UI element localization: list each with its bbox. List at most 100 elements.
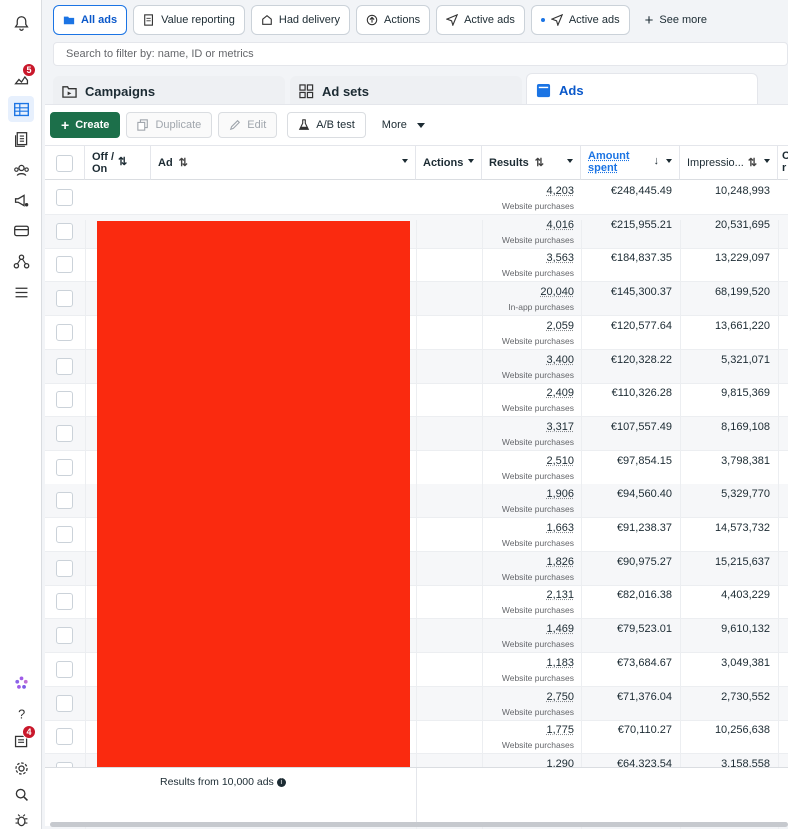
- row-checkbox[interactable]: [56, 459, 73, 476]
- billing-card-icon[interactable]: [8, 217, 34, 243]
- row-checkbox[interactable]: [56, 189, 73, 206]
- audiences-icon[interactable]: [8, 157, 34, 183]
- results-value[interactable]: 2,059: [546, 320, 574, 332]
- caret-down-icon[interactable]: [764, 159, 770, 163]
- amount-spent-cell: €184,837.35: [581, 248, 680, 282]
- row-checkbox[interactable]: [56, 728, 73, 745]
- column-header-truncated[interactable]: C r: [778, 145, 788, 180]
- column-header-results[interactable]: Results ⇅: [482, 145, 581, 180]
- results-value[interactable]: 2,510: [546, 455, 574, 467]
- results-cell: 2,750 Website purchases: [482, 687, 581, 721]
- tab-campaigns[interactable]: Campaigns: [53, 76, 285, 106]
- row-checkbox[interactable]: [56, 627, 73, 644]
- row-checkbox[interactable]: [56, 391, 73, 408]
- all-tools-menu-icon[interactable]: [8, 279, 34, 305]
- results-value[interactable]: 4,016: [546, 219, 574, 231]
- info-icon[interactable]: i: [277, 778, 286, 787]
- select-all-checkbox[interactable]: [56, 155, 73, 172]
- report-bug-icon[interactable]: [8, 807, 34, 829]
- settings-gear-icon[interactable]: [8, 755, 34, 781]
- results-value[interactable]: 1,663: [546, 522, 574, 534]
- column-header-ad[interactable]: Ad ⇅: [151, 145, 416, 180]
- more-dropdown[interactable]: More: [372, 112, 435, 138]
- redacted-ad-names: [97, 221, 410, 806]
- row-checkbox[interactable]: [56, 290, 73, 307]
- news-feed-icon[interactable]: 4: [8, 728, 34, 754]
- filter-chip-actions[interactable]: Actions: [356, 5, 430, 35]
- caret-down-icon[interactable]: [567, 159, 573, 163]
- results-cell: 3,400 Website purchases: [482, 350, 581, 384]
- tab-ad-sets[interactable]: Ad sets: [290, 76, 522, 106]
- results-value[interactable]: 2,409: [546, 387, 574, 399]
- amount-spent-value: €94,560.40: [617, 488, 672, 500]
- filter-chip-had-delivery[interactable]: Had delivery: [251, 5, 350, 35]
- chip-label: Value reporting: [161, 14, 235, 26]
- row-checkbox[interactable]: [56, 256, 73, 273]
- impressions-cell: 3,049,381: [680, 653, 778, 687]
- filter-chip-value-reporting[interactable]: Value reporting: [133, 5, 245, 35]
- row-checkbox[interactable]: [56, 560, 73, 577]
- results-value[interactable]: 3,317: [546, 421, 574, 433]
- amount-spent-cell: €145,300.37: [581, 282, 680, 316]
- help-question-icon[interactable]: ?: [8, 700, 34, 726]
- search-filter-input[interactable]: Search to filter by: name, ID or metrics: [53, 42, 788, 66]
- column-header-off-on[interactable]: Off / On ⇅: [85, 145, 151, 180]
- impressions-cell: 68,199,520: [680, 282, 778, 316]
- caret-down-icon[interactable]: [402, 159, 408, 163]
- search-icon[interactable]: [8, 781, 34, 807]
- horizontal-scrollbar[interactable]: [50, 822, 788, 827]
- sort-descending-icon: ↓: [654, 155, 660, 167]
- results-value[interactable]: 2,750: [546, 691, 574, 703]
- account-overview-icon[interactable]: 5: [8, 66, 34, 92]
- impressions-cell: 5,321,071: [680, 350, 778, 384]
- row-checkbox[interactable]: [56, 695, 73, 712]
- results-value[interactable]: 3,400: [546, 354, 574, 366]
- results-value[interactable]: 1,775: [546, 724, 574, 736]
- results-value[interactable]: 1,826: [546, 556, 574, 568]
- column-header-actions[interactable]: Actions: [416, 145, 482, 180]
- row-checkbox[interactable]: [56, 526, 73, 543]
- results-value[interactable]: 20,040: [540, 286, 574, 298]
- send-icon: [551, 14, 563, 26]
- caret-down-icon[interactable]: [468, 159, 474, 163]
- results-value[interactable]: 1,469: [546, 623, 574, 635]
- campaigns-table-icon[interactable]: [8, 96, 34, 122]
- filter-chip-active-ads[interactable]: Active ads: [436, 5, 525, 35]
- reports-icon[interactable]: [8, 126, 34, 152]
- row-checkbox[interactable]: [56, 324, 73, 341]
- edit-button[interactable]: Edit: [218, 112, 277, 138]
- tab-ads[interactable]: Ads: [526, 73, 758, 106]
- create-label: Create: [75, 119, 109, 131]
- results-value[interactable]: 1,183: [546, 657, 574, 669]
- notifications-bell-icon[interactable]: [8, 10, 34, 36]
- column-divider: [482, 220, 483, 829]
- results-cell: 1,469 Website purchases: [482, 619, 581, 653]
- results-value[interactable]: 2,131: [546, 589, 574, 601]
- events-manager-icon[interactable]: [8, 248, 34, 274]
- table-row[interactable]: 4,203 Website purchases €248,445.49 10,248,…: [45, 181, 788, 215]
- duplicate-button[interactable]: Duplicate: [126, 112, 212, 138]
- folder-icon: [63, 14, 75, 26]
- results-value[interactable]: 3,563: [546, 252, 574, 264]
- row-checkbox[interactable]: [56, 223, 73, 240]
- ab-test-button[interactable]: A/B test: [287, 112, 366, 138]
- results-cell: 4,203 Website purchases: [482, 181, 581, 215]
- results-value[interactable]: 1,906: [546, 488, 574, 500]
- row-checkbox[interactable]: [56, 358, 73, 375]
- result-type: Website purchases: [502, 403, 574, 413]
- advertising-megaphone-icon[interactable]: [8, 187, 34, 213]
- results-value[interactable]: 4,203: [546, 185, 574, 197]
- see-more-button[interactable]: + See more: [636, 5, 716, 35]
- caret-down-icon[interactable]: [666, 159, 672, 163]
- filter-chip-active-ads-2[interactable]: Active ads: [531, 5, 630, 35]
- meta-ai-flower-icon[interactable]: [8, 670, 34, 696]
- row-checkbox[interactable]: [56, 661, 73, 678]
- column-header-impressions[interactable]: Impressio... ⇅: [680, 145, 778, 180]
- row-checkbox[interactable]: [56, 593, 73, 610]
- column-header-amount-spent[interactable]: Amount spent ↓: [581, 145, 680, 180]
- create-button[interactable]: + Create: [50, 112, 120, 138]
- filter-chip-all-ads[interactable]: All ads: [53, 5, 127, 35]
- row-checkbox[interactable]: [56, 425, 73, 442]
- impressions-cell: 8,169,108: [680, 417, 778, 451]
- row-checkbox[interactable]: [56, 492, 73, 509]
